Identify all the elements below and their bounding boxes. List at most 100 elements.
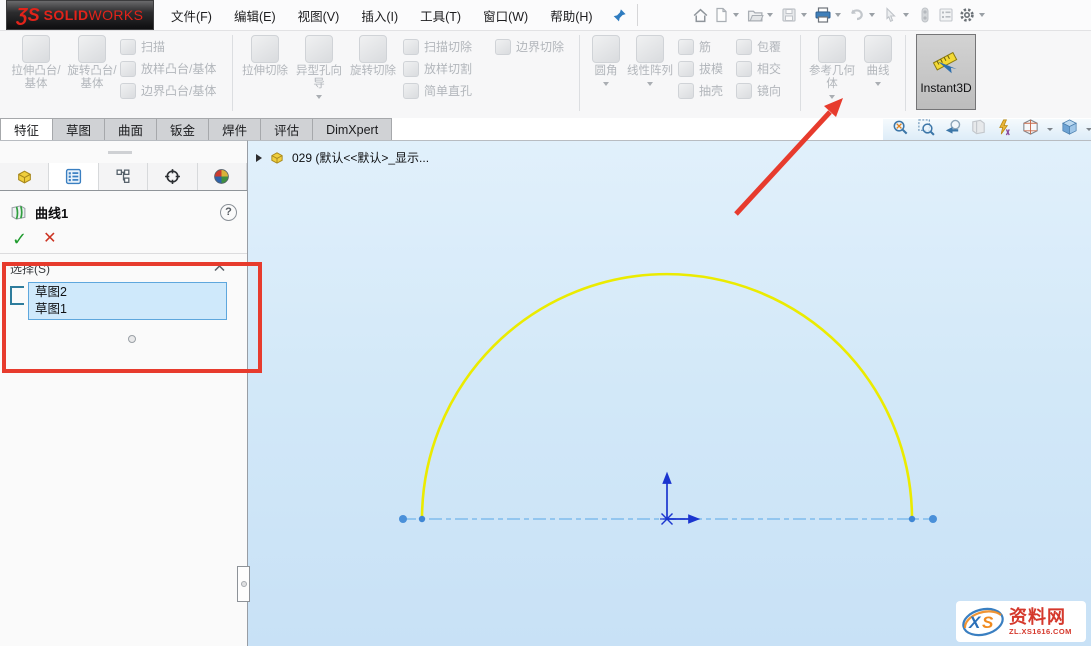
settings-gear-caret[interactable] [979, 13, 985, 17]
selection-listbox[interactable]: 草图2 草图1 [28, 282, 227, 320]
fillet-button[interactable]: 圆角 [586, 31, 626, 86]
line-endpoint-left[interactable] [399, 515, 407, 523]
view-orientation-icon[interactable] [1021, 119, 1040, 140]
listbox-resize-handle[interactable] [128, 335, 136, 343]
tab-surfaces[interactable]: 曲面 [105, 118, 157, 140]
linear-pattern-button[interactable]: 线性阵列 [626, 31, 674, 86]
view-orientation-caret[interactable] [1047, 128, 1053, 131]
wrap-button[interactable]: 包覆 [736, 38, 794, 55]
pin-menu-icon[interactable] [612, 8, 627, 23]
help-icon[interactable]: ? [220, 204, 237, 221]
ribbon-group-cut: 拉伸切除 异型孔向导 旋转切除 扫描切除 放样切割 简单直孔 边界切除 [239, 31, 573, 99]
tab-sheet-metal[interactable]: 钣金 [157, 118, 209, 140]
linear-pattern-icon [636, 35, 664, 63]
hole-wizard-button[interactable]: 异型孔向导 [291, 31, 347, 99]
intersect-button[interactable]: 相交 [736, 60, 794, 77]
extruded-cut-button[interactable]: 拉伸切除 [239, 31, 291, 78]
graphics-viewport[interactable]: 029 (默认<<默认>_显示... X S 资料网 ZL.XS1616.COM [248, 140, 1091, 646]
display-style-icon[interactable] [1060, 119, 1079, 140]
lofted-boss-icon [120, 61, 136, 77]
zoom-to-area-icon[interactable] [917, 119, 936, 140]
simple-hole-button[interactable]: 简单直孔 [403, 82, 495, 99]
magnet-toggle-icon[interactable] [915, 5, 936, 26]
panel-splitter-handle[interactable] [108, 151, 132, 154]
selection-group-header[interactable]: 选择(S) [0, 259, 247, 277]
swept-cut-button[interactable]: 扫描切除 [403, 38, 495, 55]
ribbon-separator [905, 35, 906, 111]
open-file-caret[interactable] [767, 13, 773, 17]
collapse-chevron-icon[interactable] [214, 259, 225, 277]
draft-button[interactable]: 拔模 [678, 60, 736, 77]
propertymanager-tab[interactable] [49, 163, 98, 190]
zoom-to-fit-icon[interactable] [891, 119, 910, 140]
undo-caret[interactable] [869, 13, 875, 17]
tree-expand-arrow-icon[interactable] [256, 154, 262, 162]
curves-caret[interactable] [875, 82, 881, 86]
hide-show-annotations-icon[interactable] [995, 119, 1014, 140]
displaymanager-tab[interactable] [198, 163, 247, 190]
tab-dimxpert[interactable]: DimXpert [313, 118, 392, 140]
settings-gear-icon[interactable] [957, 5, 978, 26]
print-caret[interactable] [835, 13, 841, 17]
boundary-boss-button[interactable]: 边界凸台/基体 [120, 82, 226, 99]
section-view-icon[interactable] [969, 119, 988, 140]
flyout-feature-tree[interactable]: 029 (默认<<默认>_显示... [256, 149, 429, 166]
rib-icon [678, 39, 694, 55]
save-caret[interactable] [801, 13, 807, 17]
open-file-icon[interactable] [745, 5, 766, 26]
menu-tools[interactable]: 工具(T) [419, 4, 462, 27]
reference-geometry-button[interactable]: 参考几何体 [807, 31, 857, 99]
save-icon[interactable] [779, 5, 800, 26]
reference-geometry-icon [818, 35, 846, 63]
selection-item-sketch1[interactable]: 草图1 [35, 301, 220, 318]
menu-help[interactable]: 帮助(H) [549, 4, 593, 27]
featuremanager-tab[interactable] [0, 163, 49, 190]
tab-weldments[interactable]: 焊件 [209, 118, 261, 140]
mirror-button[interactable]: 镜向 [736, 82, 794, 99]
options-list-icon[interactable] [936, 5, 957, 26]
origin-marker[interactable] [660, 474, 698, 525]
arc-endpoint-right[interactable] [909, 516, 915, 522]
tab-evaluate[interactable]: 评估 [261, 118, 313, 140]
new-document-icon[interactable] [711, 5, 732, 26]
display-style-caret[interactable] [1086, 128, 1091, 131]
new-document-caret[interactable] [733, 13, 739, 17]
menu-edit[interactable]: 编辑(E) [233, 4, 277, 27]
reference-geometry-caret[interactable] [829, 95, 835, 99]
shell-button[interactable]: 抽壳 [678, 82, 736, 99]
arc-endpoint-left[interactable] [419, 516, 425, 522]
configurationmanager-tab[interactable] [99, 163, 148, 190]
dimxpertmanager-tab[interactable] [148, 163, 197, 190]
rib-button[interactable]: 筋 [678, 38, 736, 55]
boundary-cut-button[interactable]: 边界切除 [495, 38, 573, 55]
home-icon[interactable] [690, 5, 711, 26]
instant3d-button[interactable]: Instant3D [916, 34, 976, 110]
revolved-boss-button[interactable]: 旋转凸台/基体 [64, 31, 120, 91]
selection-item-sketch2[interactable]: 草图2 [35, 284, 220, 301]
wrap-icon [736, 39, 752, 55]
menu-view[interactable]: 视图(V) [297, 4, 341, 27]
swept-boss-button[interactable]: 扫描 [120, 38, 226, 55]
curves-button[interactable]: 曲线 [857, 31, 899, 86]
hole-wizard-caret[interactable] [316, 95, 322, 99]
fillet-caret[interactable] [603, 82, 609, 86]
panel-collapse-tab[interactable] [237, 566, 250, 602]
line-endpoint-right[interactable] [929, 515, 937, 523]
undo-icon[interactable] [847, 5, 868, 26]
linear-pattern-caret[interactable] [647, 82, 653, 86]
lofted-cut-button[interactable]: 放样切割 [403, 60, 495, 77]
select-cursor-icon[interactable] [881, 5, 902, 26]
extruded-boss-button[interactable]: 拉伸凸台/基体 [8, 31, 64, 91]
select-cursor-caret[interactable] [903, 13, 909, 17]
menu-window[interactable]: 窗口(W) [482, 4, 529, 27]
print-icon[interactable] [813, 5, 834, 26]
menu-insert[interactable]: 插入(I) [360, 4, 399, 27]
ok-button[interactable]: ✓ [12, 230, 27, 248]
menu-file[interactable]: 文件(F) [170, 4, 213, 27]
revolved-cut-button[interactable]: 旋转切除 [347, 31, 399, 78]
cancel-button[interactable]: ✕ [43, 231, 56, 247]
tab-sketch[interactable]: 草图 [53, 118, 105, 140]
lofted-boss-button[interactable]: 放样凸台/基体 [120, 60, 226, 77]
previous-view-icon[interactable] [943, 119, 962, 140]
tab-features[interactable]: 特征 [0, 118, 53, 140]
